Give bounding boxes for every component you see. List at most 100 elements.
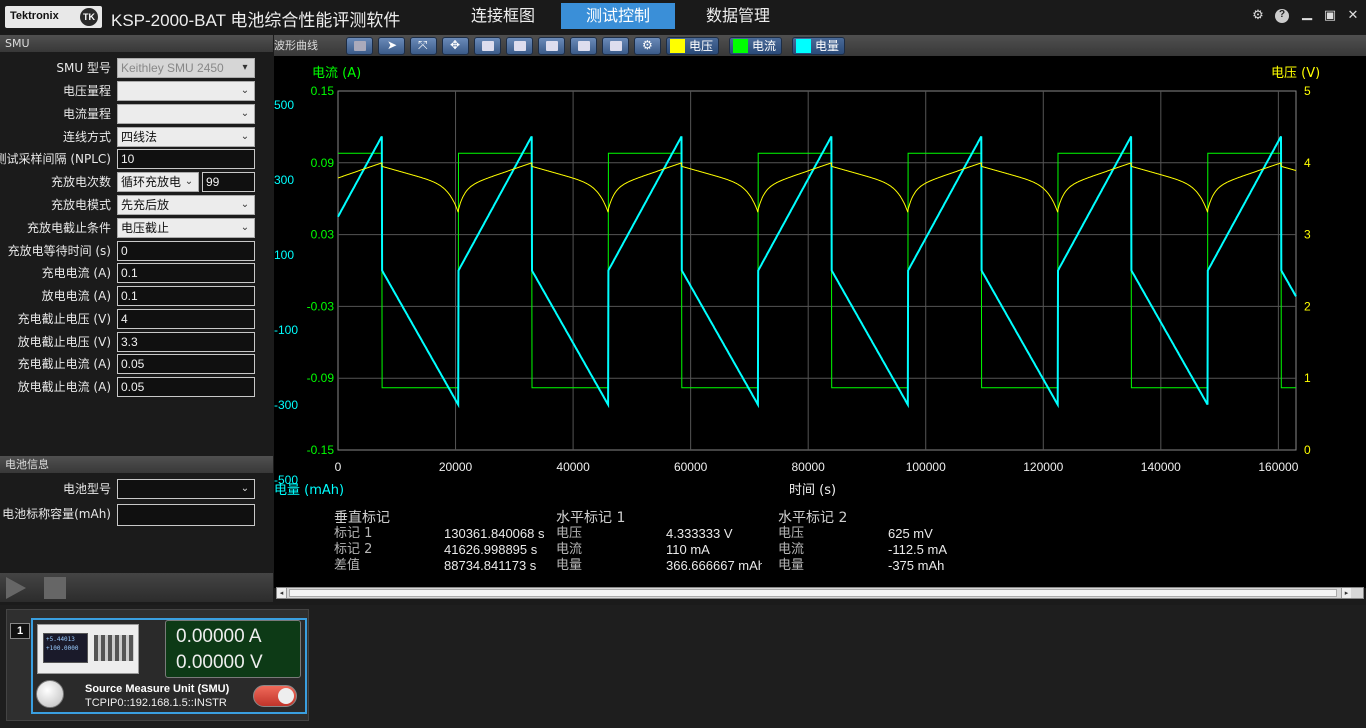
wiring-mode-select[interactable]: 四线法 ⌄ bbox=[117, 127, 255, 147]
h1-capacity-value: 366.666667 mAh bbox=[666, 558, 762, 573]
tab-test-control[interactable]: 测试控制 bbox=[561, 3, 675, 29]
smu-panel: SMU 型号 Keithley SMU 2450 ▾ 电压量程 ⌄ 电流量程 ⌄ … bbox=[0, 52, 273, 452]
series-voltage bbox=[337, 162, 1297, 213]
x-tick-label: 120000 bbox=[1023, 460, 1063, 474]
vertical-marker2-label: 标记 2 bbox=[334, 542, 373, 557]
zoom-box-button[interactable] bbox=[474, 37, 501, 55]
voltage-reading: 0.00000 V bbox=[176, 652, 263, 673]
charge-cutoff-voltage-input[interactable]: 4 bbox=[117, 309, 255, 329]
tab-data-management[interactable]: 数据管理 bbox=[693, 3, 783, 29]
horizontal-scrollbar[interactable]: ◂ ▸ bbox=[276, 587, 1364, 599]
cutoff-condition-label: 充放电截止条件 bbox=[26, 221, 111, 235]
instrument-buttons bbox=[94, 635, 134, 661]
horizontal-marker-button[interactable] bbox=[506, 37, 533, 55]
vertical-marker1-label: 标记 1 bbox=[334, 526, 373, 541]
scroll-right-icon[interactable]: ▸ bbox=[1341, 588, 1351, 598]
h2-voltage-value: 625 mV bbox=[888, 526, 933, 541]
maximize-icon[interactable]: ▣ bbox=[1323, 9, 1337, 23]
pan-button[interactable]: ✥ bbox=[442, 37, 469, 55]
waveform-panel-title: 波形曲线 bbox=[274, 39, 318, 52]
chart-ticks: 0 20000 40000 60000 80000 100000 120000 140000 1… bbox=[274, 84, 1311, 487]
x-tick-label: 160000 bbox=[1258, 460, 1298, 474]
device-name: Source Measure Unit (SMU) bbox=[85, 683, 230, 695]
discharge-current-input[interactable]: 0.1 bbox=[117, 286, 255, 306]
h1-capacity-label: 电量 bbox=[556, 558, 583, 573]
current-tick-label: -0.09 bbox=[307, 371, 335, 385]
nplc-input[interactable]: 10 bbox=[117, 149, 255, 169]
vertical-diff-value: 88734.841173 s bbox=[444, 558, 537, 573]
chevron-down-icon: ⌄ bbox=[240, 131, 250, 142]
cutoff-condition-select[interactable]: 电压截止 ⌄ bbox=[117, 218, 255, 238]
charge-current-input[interactable]: 0.1 bbox=[117, 263, 255, 283]
h1-current-label: 电流 bbox=[556, 542, 583, 557]
discharge-cutoff-voltage-input[interactable]: 3.3 bbox=[117, 332, 255, 352]
voltage-tick-label: 2 bbox=[1304, 299, 1311, 313]
play-icon[interactable] bbox=[6, 577, 26, 599]
zoom-fit-button[interactable]: ⤧ bbox=[410, 37, 437, 55]
legend-capacity-button[interactable]: 电量 bbox=[792, 37, 846, 55]
wiring-mode-label: 连线方式 bbox=[62, 130, 111, 144]
device-slot-badge: 1 bbox=[10, 623, 30, 639]
vertical-marker-button[interactable] bbox=[538, 37, 565, 55]
chart-grid bbox=[337, 90, 1297, 451]
wait-time-label: 充放电等待时间 (s) bbox=[7, 244, 111, 258]
app-title: KSP-2000-BAT 电池综合性能评测软件 bbox=[111, 11, 401, 30]
title-bar: Tektronix TK KSP-2000-BAT 电池综合性能评测软件 连接框… bbox=[0, 0, 1366, 34]
discharge-cutoff-current-input[interactable]: 0.05 bbox=[117, 377, 255, 397]
discharge-current-label: 放电电流 (A) bbox=[41, 289, 111, 303]
chevron-down-icon: ⌄ bbox=[240, 222, 250, 233]
waveform-chart[interactable]: 0 20000 40000 60000 80000 100000 120000 140000 1… bbox=[274, 56, 1366, 599]
data-view-button[interactable] bbox=[602, 37, 629, 55]
scrollbar-thumb[interactable] bbox=[289, 589, 1337, 597]
cycle-mode-select[interactable]: 循环充放电 ⌄ bbox=[117, 172, 199, 192]
voltage-tick-label: 5 bbox=[1304, 84, 1311, 98]
battery-model-label: 电池型号 bbox=[62, 482, 111, 496]
logo-text: Tektronix bbox=[10, 10, 59, 22]
charge-mode-select[interactable]: 先充后放 ⌄ bbox=[117, 195, 255, 215]
smu-model-label: SMU 型号 bbox=[56, 61, 111, 75]
series-current bbox=[338, 152, 1296, 389]
h2-capacity-value: -375 mAh bbox=[888, 558, 945, 573]
legend-current-button[interactable]: 电流 bbox=[729, 37, 783, 55]
h1-voltage-value: 4.333333 V bbox=[666, 526, 733, 541]
scroll-left-icon[interactable]: ◂ bbox=[277, 588, 287, 598]
close-icon[interactable]: ✕ bbox=[1346, 9, 1360, 23]
select-pointer-button[interactable]: ➤ bbox=[378, 37, 405, 55]
wait-time-input[interactable]: 0 bbox=[117, 241, 255, 261]
open-folder-button[interactable] bbox=[346, 37, 373, 55]
charge-current-label: 充电电流 (A) bbox=[41, 266, 111, 280]
device-card[interactable]: 1 +5.44013 +100.0000 0.00000 A 0.00000 V… bbox=[6, 609, 309, 721]
charge-mode-label: 充放电模式 bbox=[50, 198, 111, 212]
minimize-icon[interactable]: ▁ bbox=[1300, 7, 1314, 21]
current-range-label: 电流量程 bbox=[62, 107, 111, 121]
battery-capacity-input[interactable] bbox=[117, 504, 255, 526]
instrument-screen: +5.44013 +100.0000 bbox=[43, 633, 88, 663]
capacity-tick-label: -300 bbox=[274, 398, 298, 412]
instrument-screen-line2: +100.0000 bbox=[46, 645, 79, 652]
charge-cutoff-voltage-label: 充电截止电压 (V) bbox=[17, 312, 111, 326]
series-capacity bbox=[337, 135, 1297, 409]
voltage-series-line bbox=[337, 162, 1297, 213]
current-range-select[interactable]: ⌄ bbox=[117, 104, 255, 124]
tektronix-logo: Tektronix TK bbox=[5, 6, 102, 28]
device-power-toggle[interactable] bbox=[253, 685, 297, 707]
h2-current-value: -112.5 mA bbox=[888, 542, 948, 557]
stop-icon[interactable] bbox=[44, 577, 66, 599]
voltage-range-select[interactable]: ⌄ bbox=[117, 81, 255, 101]
battery-panel-title: 电池信息 bbox=[0, 456, 273, 473]
legend-voltage-button[interactable]: 电压 bbox=[666, 37, 720, 55]
tab-connection-diagram[interactable]: 连接框图 bbox=[458, 3, 548, 29]
vertical-marker-title: 垂直标记 bbox=[334, 510, 390, 526]
grid-button[interactable] bbox=[570, 37, 597, 55]
help-icon[interactable]: ? bbox=[1275, 9, 1289, 23]
waveform-chart-svg[interactable]: 0 20000 40000 60000 80000 100000 120000 140000 1… bbox=[274, 56, 1366, 588]
cycle-count-label: 充放电次数 bbox=[50, 175, 111, 189]
cycle-count-input[interactable]: 99 bbox=[202, 172, 255, 192]
capacity-tick-label: 300 bbox=[274, 173, 294, 187]
gear-icon[interactable]: ⚙ bbox=[1251, 9, 1265, 23]
charge-cutoff-current-input[interactable]: 0.05 bbox=[117, 354, 255, 374]
x-tick-label: 140000 bbox=[1141, 460, 1181, 474]
battery-model-select[interactable]: ⌄ bbox=[117, 479, 255, 499]
x-tick-label: 60000 bbox=[674, 460, 708, 474]
settings-gear-button[interactable]: ⚙ bbox=[634, 37, 661, 55]
